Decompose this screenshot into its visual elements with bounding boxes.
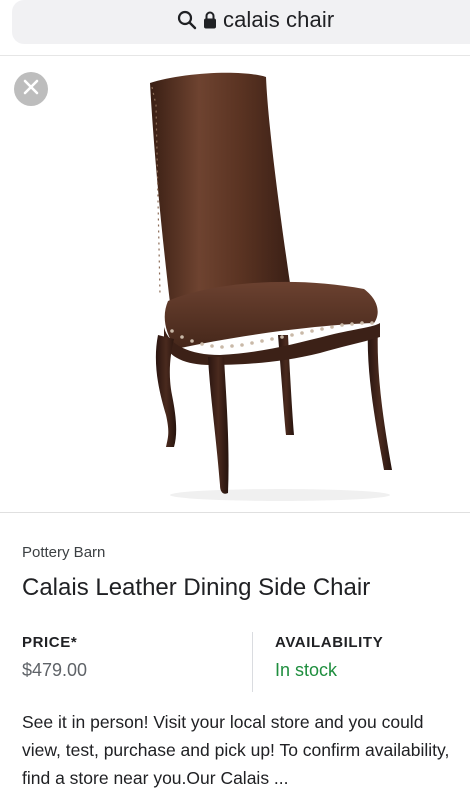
address-bar[interactable]: calais chair C — [12, 0, 470, 44]
chair-back-leg-right-far — [367, 327, 392, 470]
product-title[interactable]: Calais Leather Dining Side Chair — [22, 574, 370, 602]
product-description: See it in person! Visit your local store… — [22, 712, 450, 788]
chair-backrest — [150, 72, 290, 303]
close-button[interactable] — [14, 72, 48, 106]
availability-label: AVAILABILITY — [275, 634, 384, 651]
search-icon — [177, 10, 197, 30]
availability-section: AVAILABILITY In stock — [252, 632, 452, 692]
product-image-panel — [0, 57, 470, 513]
browser-top-bar: calais chair C — [0, 0, 470, 56]
lock-icon — [203, 10, 217, 30]
price-label: PRICE* — [22, 634, 78, 651]
address-bar-content: calais chair — [177, 6, 334, 34]
price-value: $479.00 — [22, 660, 88, 680]
availability-value: In stock — [275, 660, 338, 680]
brand-name[interactable]: Pottery Barn — [22, 544, 105, 561]
search-query-text: calais chair — [223, 7, 335, 32]
product-image[interactable] — [140, 65, 400, 505]
close-icon — [23, 79, 39, 100]
chair-front-leg-right — [208, 357, 229, 494]
price-section: PRICE* $479.00 — [22, 632, 252, 692]
